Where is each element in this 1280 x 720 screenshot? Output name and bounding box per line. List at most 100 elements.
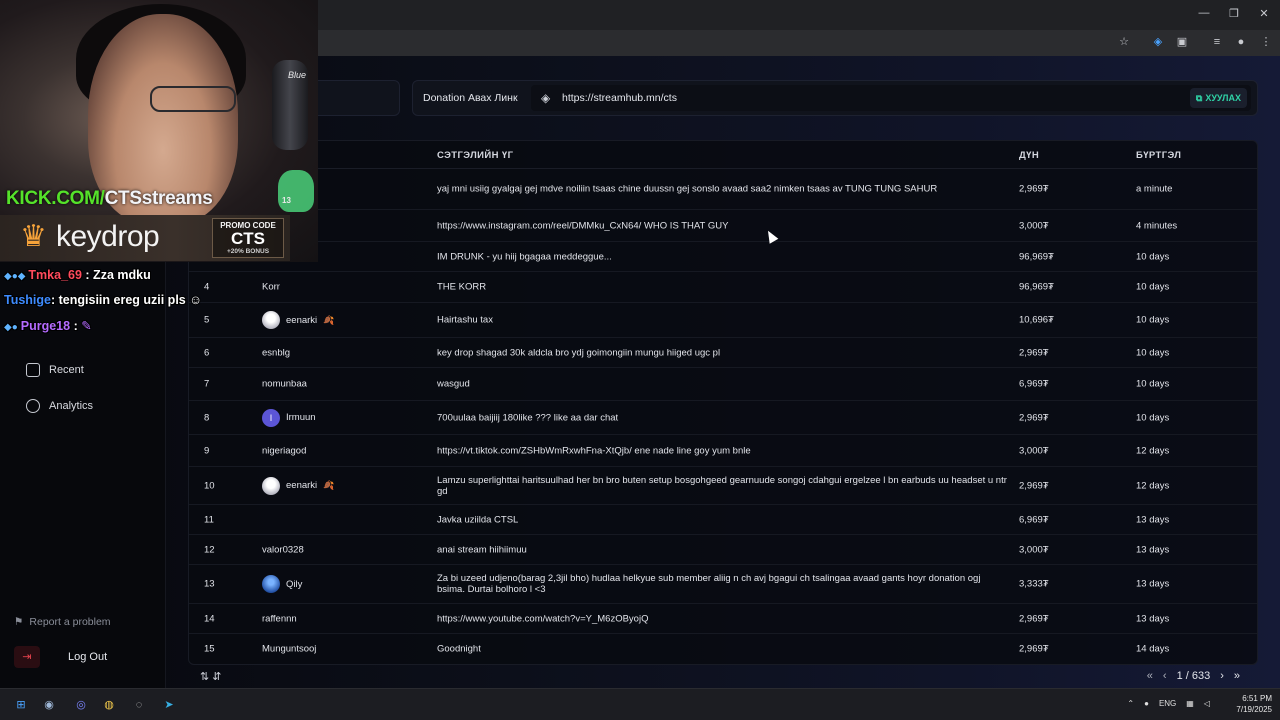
emote-icon: ☺ xyxy=(189,293,202,307)
row-index: 15 xyxy=(204,643,215,655)
table-row[interactable]: 5 eenarki 🍂 Hairtashu tax 10,696₮ 10 days xyxy=(189,303,1257,338)
table-row[interactable]: 15 Munguntsooj Goodnight 2,969₮ 14 days xyxy=(189,634,1257,664)
donation-time: a minute xyxy=(1136,183,1173,195)
donation-amount: 2,969₮ xyxy=(1019,412,1049,423)
donor-name: eenarki 🍂 xyxy=(262,311,334,329)
header-message[interactable]: СЭТГЭЛИЙН ҮГ xyxy=(437,150,513,161)
chat-badges-icon: ◆● xyxy=(4,322,18,333)
donations-table: СЭТГЭЛИЙН ҮГ ДҮН БҮРТГЭЛ yaj mni usiig g… xyxy=(188,140,1258,665)
media-icon[interactable]: ≡ xyxy=(1209,35,1225,49)
donation-time: 10 days xyxy=(1136,281,1170,293)
donor-name-text: Korr xyxy=(262,281,280,293)
donor-name-text: valor0328 xyxy=(262,544,304,555)
donation-time: 10 days xyxy=(1136,412,1170,423)
table-row[interactable]: yaj mni usiig gyalgaj gej mdve noiliin t… xyxy=(189,169,1257,210)
layers-icon: ◈ xyxy=(541,91,551,105)
chevron-up-icon[interactable]: ⌃ xyxy=(1127,699,1134,708)
table-row[interactable]: 10 eenarki 🍂 Lamzu superlighttai haritsuulh… xyxy=(189,467,1257,505)
donor-name: I Irmuun xyxy=(262,408,316,427)
windows-start-icon[interactable]: ⊞ xyxy=(12,696,30,714)
discord-icon[interactable]: ◎ xyxy=(72,696,90,714)
donation-amount: 2,969₮ xyxy=(1019,183,1049,195)
promo-code: CTS xyxy=(231,229,265,248)
header-registered[interactable]: БҮРТГЭЛ xyxy=(1136,150,1181,161)
row-index: 10 xyxy=(204,480,215,491)
donor-name: nigeriagod xyxy=(262,445,306,456)
sidebar-item-label: Recent xyxy=(49,364,84,376)
table-row[interactable]: 14 raffennn https://www.youtube.com/watch?… xyxy=(189,604,1257,634)
close-icon[interactable]: ✕ xyxy=(1256,7,1272,20)
puzzle-icon[interactable]: ▣ xyxy=(1174,35,1190,49)
table-row[interactable]: 9 nigeriagod https://vt.tiktok.com/ZSHbWmR… xyxy=(189,435,1257,467)
minimize-icon[interactable]: — xyxy=(1196,7,1212,19)
donation-amount: 2,969₮ xyxy=(1019,613,1049,624)
sidebar-item-label: Analytics xyxy=(49,400,94,412)
donation-amount: 6,969₮ xyxy=(1019,514,1049,525)
donor-name: valor0328 xyxy=(262,544,304,555)
table-row[interactable]: 11 Javka uziilda CTSL 6,969₮ 13 days xyxy=(189,505,1257,535)
donation-time: 13 days xyxy=(1136,613,1170,624)
donor-name: nomunbaa xyxy=(262,379,307,390)
copy-button[interactable]: ⧉ ХУУЛАХ xyxy=(1189,88,1247,108)
menu-icon[interactable]: ⋮ xyxy=(1258,35,1274,49)
header-amount[interactable]: ДҮН xyxy=(1019,150,1039,161)
restore-icon[interactable]: ❐ xyxy=(1226,7,1242,20)
sort-icon[interactable]: ⇅ ⇵ xyxy=(200,670,222,683)
next-page-icon[interactable]: › xyxy=(1220,670,1224,682)
donor-name: Munguntsooj xyxy=(262,644,316,655)
donation-time: 10 days xyxy=(1136,314,1170,326)
star-icon[interactable]: ☆ xyxy=(1116,35,1132,49)
avatar xyxy=(262,476,280,495)
leaf-emoji-icon: 🍂 xyxy=(323,480,335,490)
report-problem-link[interactable]: ⚑ Report a problem xyxy=(14,616,111,628)
chat-message: ◆● Purge18 : ✎ xyxy=(4,319,92,333)
donation-amount: 3,333₮ xyxy=(1019,578,1049,590)
table-row[interactable]: BOXhttps://www.instagram.com/reel/DMMku_… xyxy=(189,210,1257,242)
first-page-icon[interactable]: « xyxy=(1147,670,1153,682)
donation-message: yaj mni usiig gyalgaj gej mdve noiliin t… xyxy=(437,183,938,195)
avatar xyxy=(262,311,280,329)
extension-icon[interactable]: ◈ xyxy=(1150,35,1166,49)
logout-button[interactable]: ⇥ Log Out xyxy=(14,646,107,668)
language-indicator[interactable]: ENG xyxy=(1159,699,1176,708)
obs-icon[interactable]: ◌ xyxy=(130,696,148,714)
last-page-icon[interactable]: » xyxy=(1234,670,1240,682)
sidebar-item-analytics[interactable]: Analytics xyxy=(26,395,93,417)
donation-time: 14 days xyxy=(1136,643,1170,655)
volume-icon[interactable]: ◁ xyxy=(1204,699,1210,708)
donation-time: 10 days xyxy=(1136,251,1170,262)
table-row[interactable]: 13 Qily Za bi uzeed udjeno(barag 2,3jil bh… xyxy=(189,565,1257,604)
donation-amount: 3,000₮ xyxy=(1019,220,1049,231)
profile-icon[interactable]: ● xyxy=(1233,35,1249,49)
donation-link-url[interactable]: https://streamhub.mn/cts xyxy=(562,92,677,104)
table-row[interactable]: 4 Korr THE KORR 96,969₮ 10 days xyxy=(189,272,1257,303)
sidebar-item-recent[interactable]: Recent xyxy=(26,359,84,381)
donation-amount: 10,696₮ xyxy=(1019,314,1054,326)
network-icon[interactable]: ▦ xyxy=(1186,699,1194,708)
table-row[interactable]: 7 nomunbaa wasgud 6,969₮ 10 days xyxy=(189,368,1257,401)
donor-name: esnblg xyxy=(262,347,290,358)
steam-icon[interactable]: ◉ xyxy=(40,696,58,714)
copy-icon: ⧉ xyxy=(1195,92,1203,103)
chrome-icon[interactable]: ◍ xyxy=(100,696,118,714)
donation-message: https://vt.tiktok.com/ZSHbWmRxwhFna-XtQj… xyxy=(437,445,751,456)
glasses xyxy=(150,86,236,112)
prev-page-icon[interactable]: ‹ xyxy=(1163,670,1167,682)
donation-link-field[interactable]: ◈ https://streamhub.mn/cts ⧉ ХУУЛАХ xyxy=(531,85,1251,111)
donation-message: key drop shagad 30k aldcla bro ydj goimo… xyxy=(437,347,721,358)
donor-name-text: eenarki xyxy=(286,314,318,326)
telegram-icon[interactable]: ➤ xyxy=(160,696,178,714)
frog-caption: 13 xyxy=(282,196,291,205)
donation-message: anai stream hiihiimuu xyxy=(437,544,527,555)
mic-brand: Blue xyxy=(288,70,307,80)
clock[interactable]: 6:51 PM 7/19/2025 xyxy=(1236,693,1272,715)
table-row[interactable]: 8 I Irmuun 700uulaa baijiij 180like ??? lik… xyxy=(189,401,1257,435)
donor-name-text: nomunbaa xyxy=(262,378,307,390)
frog-sticker xyxy=(278,170,314,212)
donation-time: 13 days xyxy=(1136,578,1170,590)
row-index: 12 xyxy=(204,544,215,555)
table-row[interactable]: 6 esnblg key drop shagad 30k aldcla bro yd… xyxy=(189,338,1257,368)
table-row[interactable]: 12 valor0328 anai stream hiihiimuu 3,000₮ 13… xyxy=(189,535,1257,565)
table-row[interactable]: IM DRUNK - yu hiij bgagaa meddeggue... 96… xyxy=(189,242,1257,272)
mic-icon[interactable]: ● xyxy=(1144,699,1149,708)
